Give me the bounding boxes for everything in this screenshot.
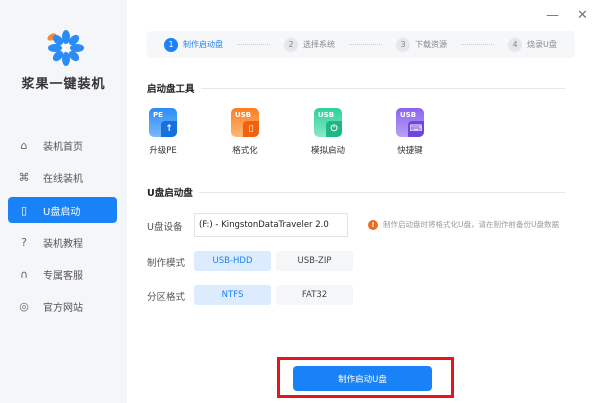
step-label: 烧录U盘 [527,40,557,49]
mode-label: 制作模式 [147,258,186,269]
icon-badge: USB [318,111,335,119]
icon-badge: USB [235,111,252,119]
headset-icon: ∩ [19,267,29,281]
tool-simulate-boot[interactable]: USB ⏻ 模拟启动 [298,108,358,156]
keyboard-icon: ⌨ [408,121,424,137]
highlight-box [277,357,454,398]
tool-label: 快捷键 [397,146,423,156]
pe-upgrade-icon: PE ↑ [149,108,177,137]
step-label: 选择系统 [303,40,335,49]
sidebar-item-home[interactable]: ⌂ 装机首页 [8,132,117,158]
step-number: 2 [284,37,298,52]
divider [198,191,565,193]
step-divider [461,44,494,45]
icon-badge: USB [400,111,417,119]
trash-icon: ▯ [243,121,259,137]
sidebar-item-label: 装机教程 [43,238,83,250]
step-1: 1 制作启动盘 [164,37,223,52]
simulate-boot-icon: USB ⏻ [314,108,342,137]
tool-label: 模拟启动 [310,146,345,156]
sidebar: 浆果一键装机 ⌂ 装机首页 ⌘ 在线装机 ▯ U盘启动 ? 装机教程 ∩ 专属客服 ◎ 官方… [0,0,127,403]
brand-name: 浆果一键装机 [21,77,106,92]
warning-text: 制作启动盘时将格式化U盘，请在制作前备份U盘数据 [383,220,559,229]
step-3: 3 下载资源 [396,37,447,52]
usb-device-select[interactable]: (F:) - KingstonDataTraveler 2.0 [194,213,348,237]
partition-ntfs-button[interactable]: NTFS [194,285,271,305]
sidebar-item-label: 专属客服 [43,270,83,282]
minimize-icon[interactable]: — [546,8,559,23]
step-number: 3 [396,37,410,52]
icon-badge: PE [153,111,163,119]
usb-section-title: U盘启动盘 [147,185,565,199]
divider [200,87,565,89]
sidebar-item-website[interactable]: ◎ 官方网站 [8,293,117,319]
step-progress: 1 制作启动盘 2 选择系统 3 下载资源 4 烧录U盘 [147,31,575,58]
logo-icon [47,30,84,66]
section-title: U盘启动盘 [147,188,193,199]
power-icon: ⏻ [326,121,342,137]
device-label: U盘设备 [147,222,183,233]
section-title: 启动盘工具 [147,84,195,95]
usb-icon: ▯ [20,203,28,217]
sidebar-item-support[interactable]: ∩ 专属客服 [8,261,117,287]
home-icon: ⌂ [20,138,28,152]
format-warning: ! 制作启动盘时将格式化U盘，请在制作前备份U盘数据 [368,219,559,230]
sidebar-item-online-install[interactable]: ⌘ 在线装机 [8,164,117,190]
close-icon[interactable]: ✕ [577,8,588,23]
warning-icon: ! [368,219,378,230]
step-divider [237,44,270,45]
mode-usb-hdd-button[interactable]: USB-HDD [194,251,271,271]
partition-label: 分区格式 [147,292,186,303]
sidebar-item-label: 在线装机 [43,173,83,185]
sidebar-item-tutorial[interactable]: ? 装机教程 [8,229,117,255]
sidebar-item-label: 装机首页 [43,141,83,153]
step-2: 2 选择系统 [284,37,335,52]
online-install-icon: ⌘ [18,170,30,184]
sidebar-item-label: 官方网站 [43,302,83,314]
tools-section-title: 启动盘工具 [147,81,565,95]
mode-usb-zip-button[interactable]: USB-ZIP [276,251,353,271]
tool-label: 升级PE [149,146,177,156]
tool-shortcut-keys[interactable]: USB ⌨ 快捷键 [380,108,440,156]
step-label: 下载资源 [415,40,447,49]
format-icon: USB ▯ [231,108,259,137]
help-icon: ? [21,235,27,249]
sidebar-item-label: U盘启动 [43,206,81,218]
step-number: 4 [508,37,522,52]
step-number: 1 [164,37,178,52]
shortcut-keys-icon: USB ⌨ [396,108,424,137]
website-icon: ◎ [19,299,29,313]
tool-label: 格式化 [232,146,258,156]
tool-upgrade-pe[interactable]: PE ↑ 升级PE [133,108,193,156]
step-label: 制作启动盘 [183,40,223,49]
tool-format[interactable]: USB ▯ 格式化 [215,108,275,156]
step-divider [349,44,382,45]
sidebar-item-usb-boot[interactable]: ▯ U盘启动 [8,197,117,223]
partition-fat32-button[interactable]: FAT32 [276,285,353,305]
arrow-up-icon: ↑ [161,121,177,137]
step-4: 4 烧录U盘 [508,37,557,52]
